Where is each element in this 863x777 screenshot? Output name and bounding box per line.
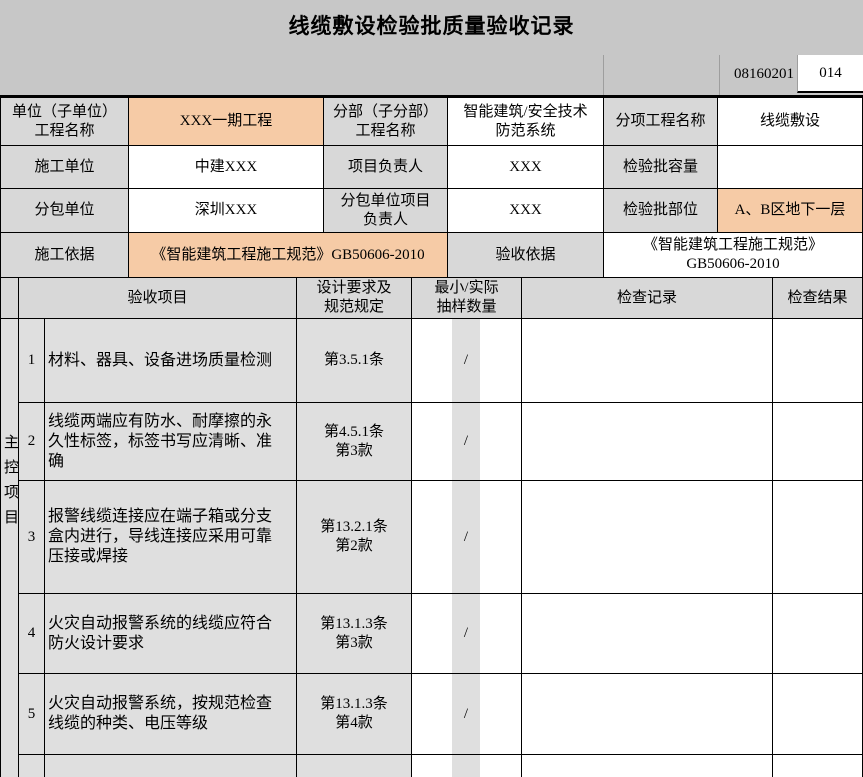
- construction-basis-label: 施工依据: [0, 232, 129, 278]
- contractor-value[interactable]: 中建XXX: [128, 145, 324, 189]
- result-cell[interactable]: [772, 480, 863, 594]
- col-header-item: 验收项目: [18, 277, 297, 319]
- row-number: [18, 754, 45, 777]
- result-cell[interactable]: [772, 402, 863, 481]
- construction-basis-value[interactable]: 《智能建筑工程施工规范》GB50606-2010: [128, 232, 448, 278]
- division-value[interactable]: 智能建筑/安全技术 防范系统: [447, 97, 604, 146]
- row-number: 2: [18, 402, 45, 481]
- col-header-sample: 最小/实际 抽样数量: [411, 277, 522, 319]
- subitem-value[interactable]: 线缆敷设: [717, 97, 863, 146]
- item-cell[interactable]: 火灾自动报警系统，按规范检查线缆的种类、电压等级: [44, 673, 297, 755]
- row-number: 4: [18, 593, 45, 674]
- divider: [603, 55, 604, 95]
- subcontractor-label: 分包单位: [0, 188, 129, 233]
- result-cell[interactable]: [772, 673, 863, 755]
- spec-cell[interactable]: 第3.5.1条: [296, 318, 412, 403]
- corner-cell: [0, 277, 19, 319]
- pm-value[interactable]: XXX: [447, 145, 604, 189]
- sample-cell[interactable]: /: [411, 593, 522, 674]
- subitem-label: 分项工程名称: [603, 97, 718, 146]
- sample-value[interactable]: /: [452, 319, 480, 402]
- record-cell[interactable]: [521, 593, 773, 674]
- spec-cell[interactable]: 第13.1.3条 第3款: [296, 593, 412, 674]
- sample-value[interactable]: [452, 755, 480, 777]
- location-value[interactable]: A、B区地下一层: [717, 188, 863, 233]
- result-cell[interactable]: [772, 593, 863, 674]
- spreadsheet-page: 线缆敷设检验批质量验收记录 08160201 014 单位（子单位） 工程名称 …: [0, 0, 863, 777]
- sample-value[interactable]: /: [452, 594, 480, 673]
- item-cell[interactable]: 线缆两端应有防水、耐摩擦的永久性标签，标签书写应清晰、准确: [44, 402, 297, 481]
- section-label: 主控项目: [2, 434, 18, 534]
- record-cell[interactable]: [521, 402, 773, 481]
- spec-cell[interactable]: 第13.2.1条 第2款: [296, 480, 412, 594]
- spec-cell[interactable]: 第4.5.1条 第3款: [296, 402, 412, 481]
- record-cell-selected[interactable]: [521, 318, 773, 403]
- pm-label: 项目负责人: [323, 145, 448, 189]
- sample-cell[interactable]: /: [411, 318, 522, 403]
- capacity-value[interactable]: [717, 145, 863, 189]
- record-cell[interactable]: [521, 480, 773, 594]
- section-strip: 主控项目: [0, 318, 19, 777]
- record-cell[interactable]: [521, 673, 773, 755]
- doc-serial-cell[interactable]: 014: [797, 55, 863, 93]
- row-number: 1: [18, 318, 45, 403]
- result-cell[interactable]: [772, 754, 863, 777]
- result-cell[interactable]: [772, 318, 863, 403]
- col-header-record: 检查记录: [521, 277, 773, 319]
- sample-cell[interactable]: /: [411, 673, 522, 755]
- acceptance-basis-value[interactable]: 《智能建筑工程施工规范》 GB50606-2010: [603, 232, 863, 278]
- capacity-label: 检验批容量: [603, 145, 718, 189]
- unit-project-value[interactable]: XXX一期工程: [128, 97, 324, 146]
- sample-value[interactable]: /: [452, 403, 480, 480]
- sample-value[interactable]: /: [452, 674, 480, 754]
- row-number: 5: [18, 673, 45, 755]
- sub-pm-label: 分包单位项目 负责人: [323, 188, 448, 233]
- record-cell[interactable]: [521, 754, 773, 777]
- contractor-label: 施工单位: [0, 145, 129, 189]
- acceptance-basis-label: 验收依据: [447, 232, 604, 278]
- sample-cell[interactable]: /: [411, 480, 522, 594]
- item-cell[interactable]: [44, 754, 297, 777]
- sample-cell[interactable]: [411, 754, 522, 777]
- spec-cell[interactable]: [296, 754, 412, 777]
- sample-cell[interactable]: /: [411, 402, 522, 481]
- doc-code-cell[interactable]: 08160201: [719, 55, 797, 93]
- page-title: 线缆敷设检验批质量验收记录: [0, 8, 863, 44]
- item-cell[interactable]: 报警线缆连接应在端子箱或分支盒内进行，导线连接应采用可靠压接或焊接: [44, 480, 297, 594]
- item-cell[interactable]: 火灾自动报警系统的线缆应符合防火设计要求: [44, 593, 297, 674]
- col-header-spec: 设计要求及 规范规定: [296, 277, 412, 319]
- sub-pm-value[interactable]: XXX: [447, 188, 604, 233]
- sample-value[interactable]: /: [452, 481, 480, 593]
- subcontractor-value[interactable]: 深圳XXX: [128, 188, 324, 233]
- col-header-result: 检查结果: [772, 277, 863, 319]
- row-number: 3: [18, 480, 45, 594]
- item-cell[interactable]: 材料、器具、设备进场质量检测: [44, 318, 297, 403]
- division-label: 分部（子分部） 工程名称: [323, 97, 448, 146]
- spec-cell[interactable]: 第13.1.3条 第4款: [296, 673, 412, 755]
- location-label: 检验批部位: [603, 188, 718, 233]
- unit-project-label: 单位（子单位） 工程名称: [0, 97, 129, 146]
